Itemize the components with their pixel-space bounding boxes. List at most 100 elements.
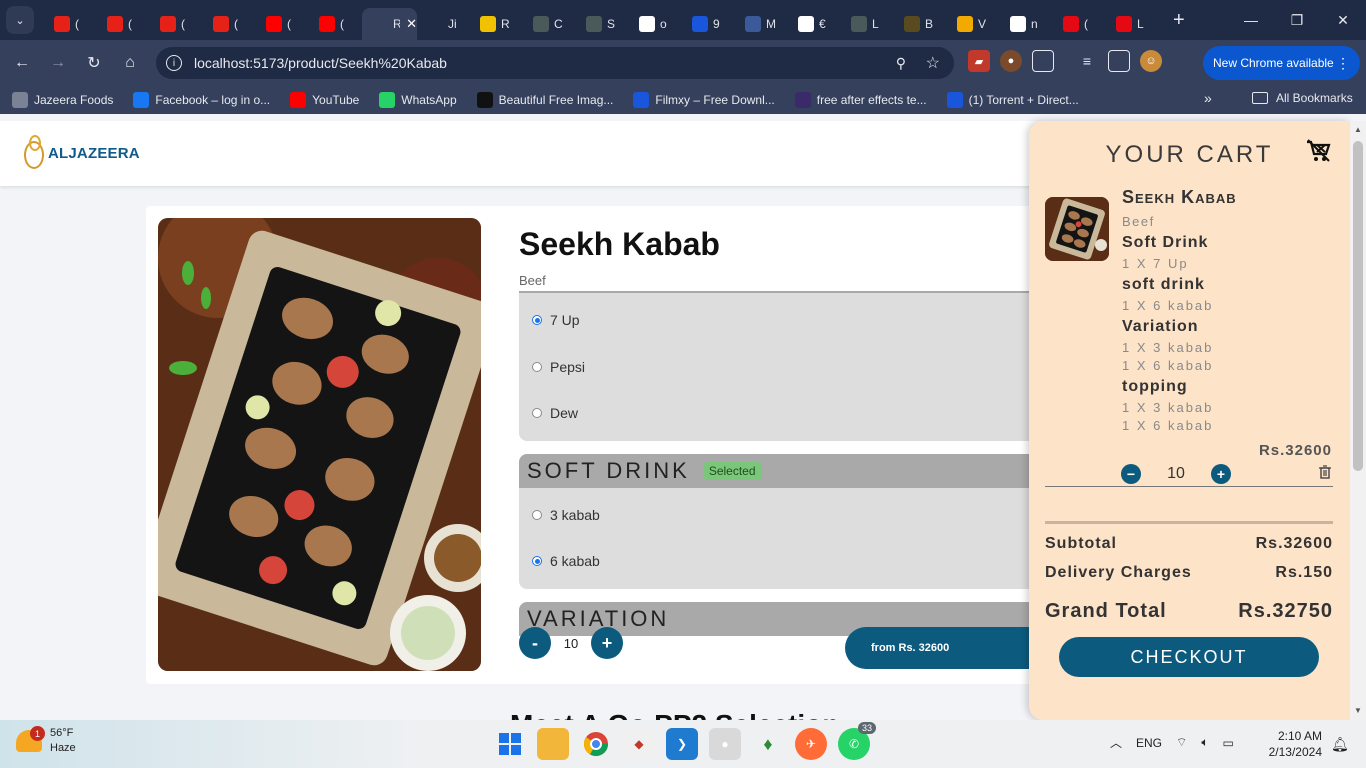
reload-button[interactable]: ↻ (76, 53, 112, 73)
notifications-bell-icon[interactable]: 🔔︎ (1331, 736, 1349, 753)
tab-title: ( (128, 17, 132, 31)
browser-tab[interactable]: € (788, 8, 841, 40)
bookmark-item[interactable]: Filmxy – Free Downl... (633, 92, 775, 108)
battery-icon[interactable]: ▭ (1223, 736, 1234, 750)
cart-decrease-button[interactable]: − (1121, 464, 1141, 484)
radio-button[interactable] (532, 361, 542, 372)
tab-title: C (554, 17, 563, 31)
media-control-icon[interactable]: ≡ (1076, 50, 1098, 72)
browser-tab[interactable]: ( (203, 8, 256, 40)
postman-icon[interactable]: ✈ (795, 728, 827, 760)
radio-button[interactable] (532, 509, 542, 520)
divider (1045, 486, 1333, 487)
tab-title: M (766, 17, 776, 31)
browser-tab[interactable]: L (1106, 8, 1159, 40)
browser-tab[interactable]: C (523, 8, 576, 40)
radio-button[interactable] (532, 408, 542, 419)
chrome-profile-icon[interactable]: ● (709, 728, 741, 760)
browser-tab[interactable]: ( (97, 8, 150, 40)
n-icon (1063, 16, 1079, 32)
extensions-puzzle-icon[interactable] (1032, 50, 1054, 72)
browser-tab[interactable]: ( (44, 8, 97, 40)
tab-search-button[interactable]: ⌄ (6, 6, 34, 34)
browser-tab[interactable]: o (629, 8, 682, 40)
browser-tab[interactable]: Ji (417, 8, 470, 40)
bookmark-item[interactable]: Beautiful Free Imag... (476, 92, 613, 108)
forward-button[interactable]: → (40, 54, 76, 72)
browser-tab[interactable]: ( (150, 8, 203, 40)
mongodb-icon[interactable]: ♦ (752, 728, 784, 760)
browser-tab[interactable]: ( (256, 8, 309, 40)
google-icon (639, 16, 655, 32)
bookmark-star-icon[interactable]: ☆ (926, 53, 940, 73)
browser-tab[interactable]: R (470, 8, 523, 40)
all-bookmarks-button[interactable]: All Bookmarks (1252, 91, 1353, 105)
scroll-down-arrow[interactable]: ▼ (1354, 706, 1362, 715)
chrome-update-button[interactable]: New Chrome available ⋮ (1203, 46, 1360, 80)
bookmark-label: free after effects te... (816, 93, 927, 107)
pdf-extension-icon[interactable]: ▰ (968, 50, 990, 72)
bookmark-item[interactable]: Jazeera Foods (12, 92, 113, 108)
tab-title: Ji (448, 17, 457, 31)
bookmark-item[interactable]: free after effects te... (794, 92, 927, 108)
page-scrollbar[interactable]: ▲ ▼ (1350, 121, 1366, 720)
bookmark-item[interactable]: Facebook – log in o... (133, 92, 270, 108)
increase-button[interactable]: + (591, 627, 623, 659)
whatsapp-icon[interactable]: ✆ 33 (838, 722, 876, 760)
clock[interactable]: 2:10 AM 2/13/2024 (1266, 728, 1322, 760)
site-logo[interactable]: ALJAZEERA (22, 135, 140, 171)
trash-icon[interactable] (1319, 465, 1331, 479)
radio-button[interactable] (532, 315, 542, 326)
tab-title: ( (234, 17, 238, 31)
bookmark-item[interactable]: YouTube (290, 92, 359, 108)
minimize-button[interactable]: — (1228, 0, 1274, 40)
tray-overflow-icon[interactable]: ︿ (1110, 734, 1122, 751)
browser-tab[interactable]: S (576, 8, 629, 40)
scroll-up-arrow[interactable]: ▲ (1354, 125, 1362, 134)
subtotal-row: Subtotal Rs.32600 (1045, 535, 1333, 553)
wifi-icon[interactable]: ⌔ (1176, 735, 1187, 750)
close-tab-icon[interactable]: ✕ (406, 16, 417, 32)
m-icon (745, 16, 761, 32)
bookmark-item[interactable]: (1) Torrent + Direct... (946, 92, 1079, 108)
office-icon[interactable]: ◆ (623, 728, 655, 760)
chrome-icon[interactable] (580, 728, 612, 760)
browser-tab[interactable]: n (1000, 8, 1053, 40)
browser-tab[interactable]: R ✕ (362, 8, 417, 40)
browser-tab[interactable]: ( (1053, 8, 1106, 40)
bookmarks-overflow-icon[interactable]: » (1204, 90, 1212, 106)
youtube-icon (107, 16, 123, 32)
scroll-thumb[interactable] (1353, 141, 1363, 471)
zoom-icon[interactable]: ⚲ (896, 55, 906, 72)
profile-avatar[interactable]: ☺ (1140, 50, 1162, 72)
radio-button[interactable] (532, 556, 542, 567)
language-indicator[interactable]: ENG (1136, 736, 1162, 750)
cookie-extension-icon[interactable]: ● (1000, 50, 1022, 72)
close-window-button[interactable]: ✕ (1320, 0, 1366, 40)
site-info-icon[interactable]: i (166, 55, 182, 71)
back-button[interactable]: ← (4, 54, 40, 72)
volume-icon[interactable]: 🔈︎ (1201, 735, 1208, 750)
browser-tab[interactable]: L (841, 8, 894, 40)
browser-tab[interactable]: M (735, 8, 788, 40)
home-button[interactable]: ⌂ (112, 54, 148, 72)
weather-widget[interactable]: 1 56°F Haze (16, 726, 76, 756)
side-panel-icon[interactable] (1108, 50, 1130, 72)
browser-tab[interactable]: B (894, 8, 947, 40)
more-menu-icon[interactable]: ⋮ (1336, 55, 1350, 72)
browser-tab[interactable]: V (947, 8, 1000, 40)
address-bar[interactable]: i localhost:5173/product/Seekh%20Kabab ⚲… (156, 47, 954, 79)
cart-increase-button[interactable]: + (1211, 464, 1231, 484)
restore-button[interactable]: ❐ (1274, 0, 1320, 40)
file-explorer-icon[interactable] (537, 728, 569, 760)
checkout-button[interactable]: CHECKOUT (1059, 637, 1319, 677)
decrease-button[interactable]: - (519, 627, 551, 659)
start-button[interactable] (494, 728, 526, 760)
close-cart-icon[interactable] (1305, 139, 1331, 163)
bookmark-item[interactable]: WhatsApp (379, 92, 457, 108)
n-icon (1116, 16, 1132, 32)
browser-tab[interactable]: ( (309, 8, 362, 40)
browser-tab[interactable]: 9 (682, 8, 735, 40)
new-tab-button[interactable]: + (1173, 9, 1185, 32)
vscode-icon[interactable]: ❯ (666, 728, 698, 760)
